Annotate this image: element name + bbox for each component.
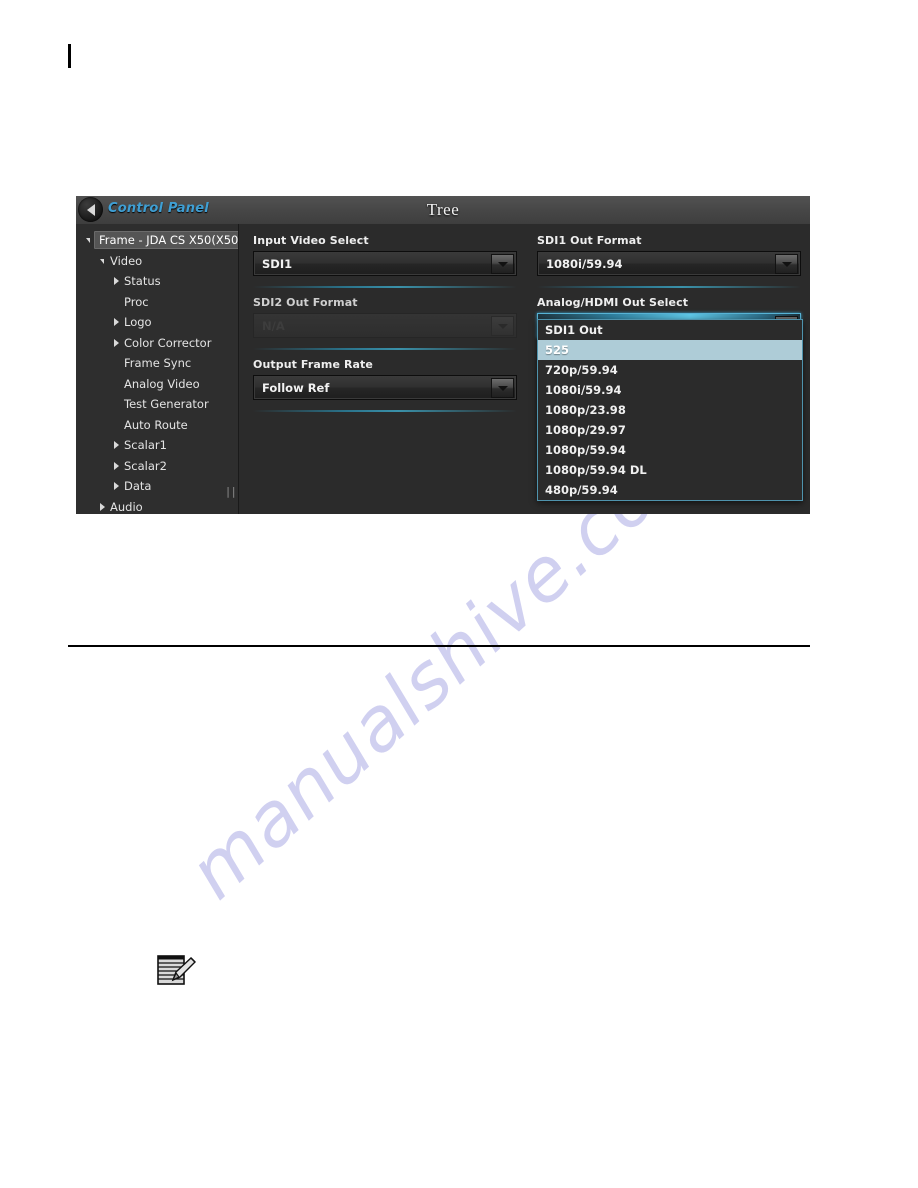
- field-group-input-video-select: Input Video Select SDI1: [253, 234, 517, 276]
- page-edge-marker: [68, 44, 71, 68]
- settings-content-pane: Input Video Select SDI1 SDI2 Out Format N/A…: [239, 224, 810, 514]
- field-separator: [537, 286, 801, 288]
- combobox-output-frame-rate[interactable]: Follow Ref: [253, 375, 517, 400]
- tree-item-list: Frame - JDA CS X50(X50) Video Status Proc Lo…: [76, 230, 238, 514]
- tree-item-scalar1[interactable]: Scalar1: [76, 435, 238, 456]
- dropdown-option[interactable]: 1080p/23.98: [538, 400, 802, 420]
- chevron-right-icon[interactable]: [110, 277, 122, 286]
- dropdown-option[interactable]: 1080p/29.97: [538, 420, 802, 440]
- field-separator: [253, 286, 517, 288]
- tree-item-frame-jda-cs-x50-x50[interactable]: Frame - JDA CS X50(X50): [76, 230, 238, 251]
- chevron-down-icon: [491, 316, 514, 336]
- tree-item-label: Video: [110, 253, 143, 268]
- tree-item-label: Frame Sync: [124, 356, 192, 371]
- tree-item-color-corrector[interactable]: Color Corrector: [76, 333, 238, 354]
- tree-item-logo[interactable]: Logo: [76, 312, 238, 333]
- dropdown-option[interactable]: SDI1 Out: [538, 320, 802, 340]
- combobox-value-sdi2-out-format: N/A: [262, 318, 285, 333]
- chevron-right-icon[interactable]: [110, 318, 122, 327]
- tree-item-frame-sync[interactable]: Frame Sync: [76, 353, 238, 374]
- tree-item-label: Status: [124, 274, 161, 289]
- field-label-sdi2-out-format: SDI2 Out Format: [253, 296, 358, 309]
- tree-item-label: Test Generator: [124, 397, 209, 412]
- window-body: Frame - JDA CS X50(X50) Video Status Proc Lo…: [76, 224, 810, 514]
- note-pencil-icon: [157, 955, 196, 985]
- chevron-down-icon[interactable]: [82, 237, 94, 244]
- tree-item-data[interactable]: Data: [76, 476, 238, 497]
- tree-item-audio[interactable]: Audio: [76, 497, 238, 515]
- chevron-right-icon[interactable]: [110, 441, 122, 450]
- control-panel-window: Control Panel Tree Frame - JDA CS X50(X5…: [76, 196, 810, 514]
- tree-item-label: Color Corrector: [124, 335, 212, 350]
- tree-item-label: Frame - JDA CS X50(X50): [94, 231, 238, 250]
- tree-item-label: Analog Video: [124, 376, 200, 391]
- field-group-sdi1-out-format: SDI1 Out Format 1080i/59.94: [537, 234, 801, 276]
- chevron-right-icon[interactable]: [110, 482, 122, 491]
- combobox-value-input-video-select: SDI1: [262, 256, 293, 271]
- left-settings-column: Input Video Select SDI1 SDI2 Out Format N/A…: [253, 234, 517, 420]
- field-label-analog-hdmi-out-select: Analog/HDMI Out Select: [537, 296, 689, 309]
- chevron-down-icon[interactable]: [96, 258, 108, 264]
- dropdown-option[interactable]: 525: [538, 340, 802, 360]
- page-horizontal-rule: [68, 645, 810, 647]
- dropdown-option[interactable]: 1080p/59.94 DL: [538, 460, 802, 480]
- tree-item-proc[interactable]: Proc: [76, 292, 238, 313]
- navigation-tree: Frame - JDA CS X50(X50) Video Status Proc Lo…: [76, 224, 239, 514]
- sidebar-splitter-handle[interactable]: ||: [225, 485, 237, 498]
- dropdown-option[interactable]: 1080i/59.94: [538, 380, 802, 400]
- combobox-sdi2-out-format: N/A: [253, 313, 517, 338]
- tree-item-label: Data: [124, 479, 152, 494]
- tree-item-test-generator[interactable]: Test Generator: [76, 394, 238, 415]
- combobox-value-output-frame-rate: Follow Ref: [262, 380, 330, 395]
- chevron-down-icon[interactable]: [491, 254, 514, 274]
- analog-hdmi-out-select-dropdown[interactable]: SDI1 Out 525 720p/59.94 1080i/59.94 1080p/23…: [537, 319, 803, 501]
- page-title: Tree: [426, 200, 460, 219]
- field-group-sdi2-out-format: SDI2 Out Format N/A: [253, 296, 517, 338]
- field-separator: [253, 410, 517, 412]
- combobox-sdi1-out-format[interactable]: 1080i/59.94: [537, 251, 801, 276]
- dropdown-option[interactable]: 480p/59.94: [538, 480, 802, 500]
- chevron-down-icon[interactable]: [491, 378, 514, 398]
- combobox-value-sdi1-out-format: 1080i/59.94: [546, 256, 623, 271]
- tree-item-auto-route[interactable]: Auto Route: [76, 415, 238, 436]
- tree-item-label: Scalar1: [124, 438, 167, 453]
- chevron-right-icon[interactable]: [96, 502, 108, 511]
- tree-item-analog-video[interactable]: Analog Video: [76, 374, 238, 395]
- window-titlebar: Control Panel Tree: [76, 196, 810, 224]
- field-label-output-frame-rate: Output Frame Rate: [253, 358, 373, 371]
- field-label-input-video-select: Input Video Select: [253, 234, 369, 247]
- tree-item-label: Auto Route: [124, 417, 188, 432]
- field-label-sdi1-out-format: SDI1 Out Format: [537, 234, 642, 247]
- chevron-down-icon[interactable]: [775, 254, 798, 274]
- tree-item-label: Scalar2: [124, 458, 167, 473]
- chevron-right-icon[interactable]: [110, 338, 122, 347]
- chevron-right-icon[interactable]: [110, 461, 122, 470]
- combobox-input-video-select[interactable]: SDI1: [253, 251, 517, 276]
- dropdown-option[interactable]: 720p/59.94: [538, 360, 802, 380]
- tree-item-scalar2[interactable]: Scalar2: [76, 456, 238, 477]
- field-group-output-frame-rate: Output Frame Rate Follow Ref: [253, 358, 517, 400]
- dropdown-option[interactable]: 1080p/59.94: [538, 440, 802, 460]
- tree-item-label: Proc: [124, 294, 149, 309]
- tree-item-video[interactable]: Video: [76, 251, 238, 272]
- tree-item-label: Logo: [124, 315, 152, 330]
- tree-item-label: Audio: [110, 499, 143, 514]
- tree-item-status[interactable]: Status: [76, 271, 238, 292]
- field-separator: [253, 348, 517, 350]
